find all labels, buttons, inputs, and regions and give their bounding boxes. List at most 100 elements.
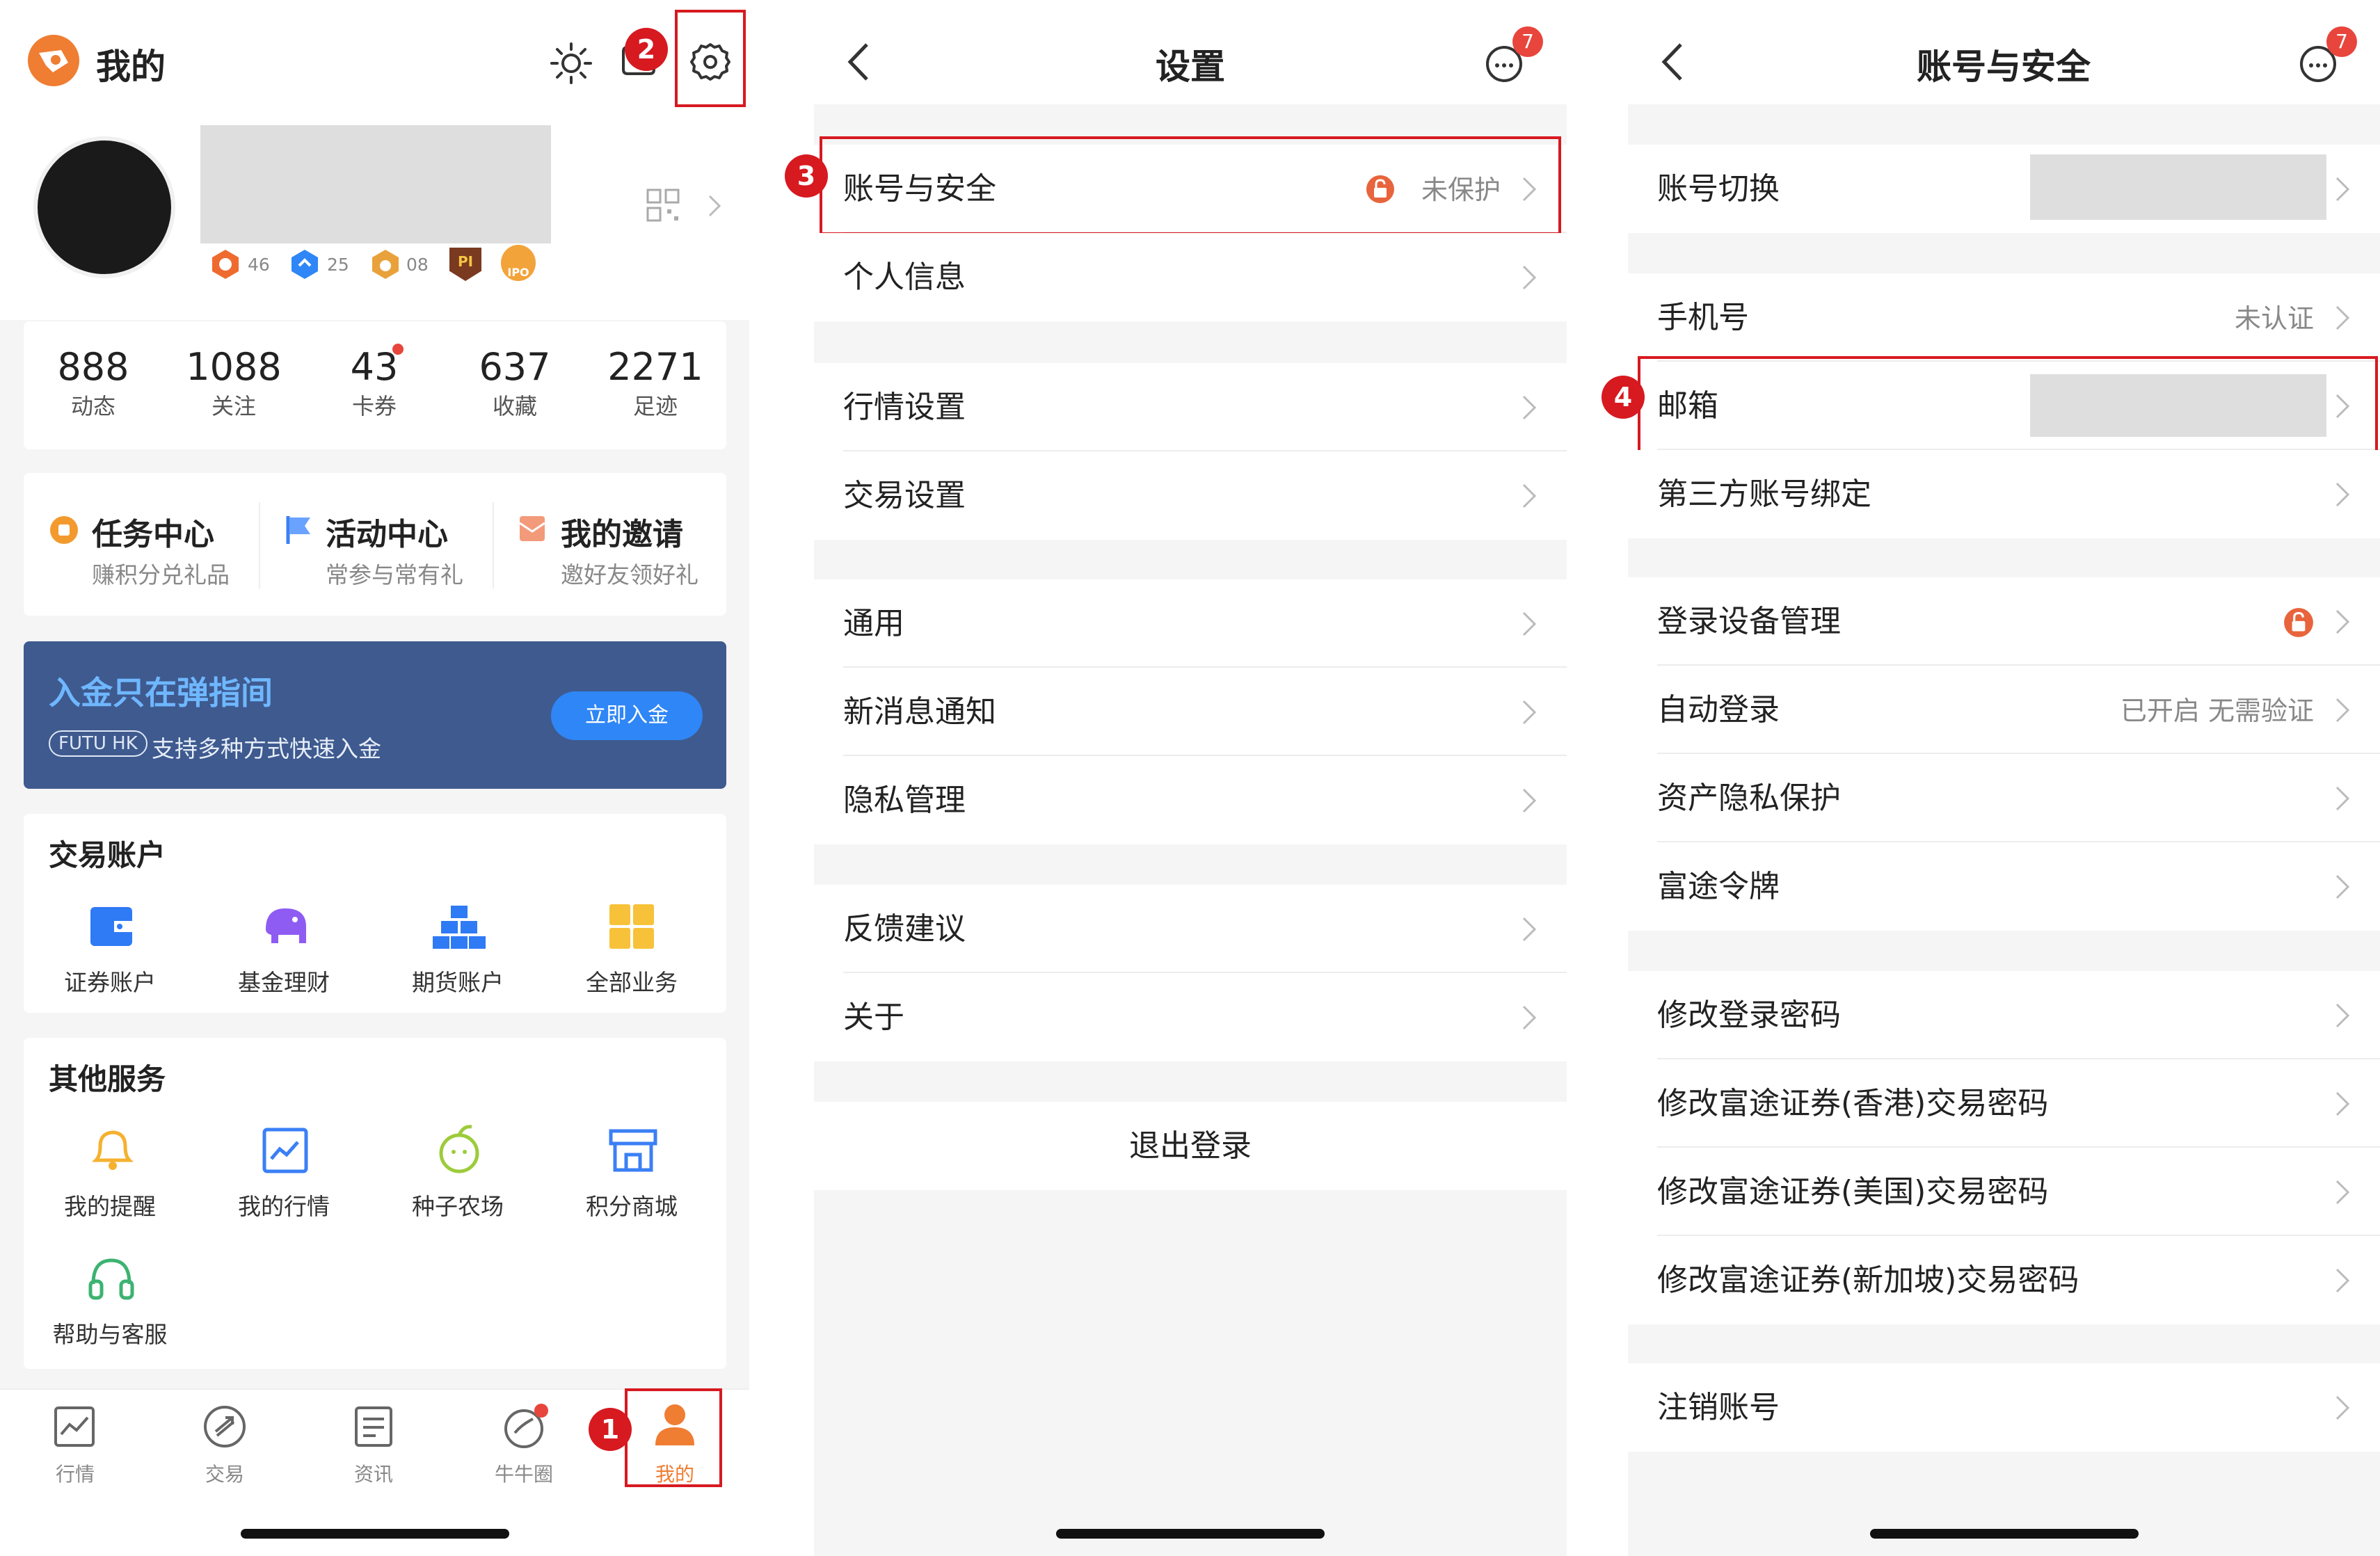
quotes-tab-icon[interactable] [53,1405,96,1448]
deposit-button[interactable]: 立即入金 [551,691,703,740]
shield-badge-icon [291,250,318,279]
qr-code-icon[interactable] [646,188,680,223]
headset-icon[interactable] [86,1253,136,1304]
page-title: 设置 [1156,47,1225,87]
trade-tab-icon[interactable] [202,1404,248,1450]
tab-community[interactable]: 牛牛圈 [475,1459,573,1487]
email-highlight-box [1638,356,2378,454]
logout-button[interactable]: 退出登录 [814,1102,1567,1190]
chevron-right-icon [2335,1091,2350,1116]
bell-icon[interactable] [86,1125,136,1176]
account-row-switch-account[interactable]: 账号切换 [1628,145,2380,233]
notification-dot [392,344,404,355]
account-security-highlight-box [820,136,1561,235]
tab-my[interactable]: 我的 [626,1459,724,1487]
stat-coupons[interactable]: 43 卡券 [305,344,444,422]
level-badge-icon [212,250,239,279]
chevron-right-icon [2335,1268,2350,1293]
envelope-icon [519,516,545,541]
stat-favorites[interactable]: 637 收藏 [445,344,584,422]
my-quotes-label[interactable]: 我的行情 [214,1188,353,1221]
points-mall-label[interactable]: 积分商城 [562,1188,701,1221]
back-icon[interactable] [846,40,871,83]
gold-bars-icon[interactable] [431,901,487,952]
task-icon [50,516,78,544]
my-alerts-label[interactable]: 我的提醒 [40,1188,179,1221]
chevron-right-icon [1522,700,1537,725]
community-notification-dot [534,1404,548,1418]
tab-trade[interactable]: 交易 [176,1459,273,1487]
person-tab-icon[interactable] [653,1401,697,1448]
futures-account-label[interactable]: 期货账户 [388,964,527,997]
account-row-change-us-trade-password[interactable]: 修改富途证券(美国)交易密码 [1628,1148,2380,1236]
settings-row-notifications[interactable]: 新消息通知 [814,668,1567,756]
account-row-phone[interactable]: 手机号 未认证 [1628,273,2380,362]
elephant-icon[interactable] [257,901,313,952]
chevron-right-icon [1522,1005,1537,1030]
sun-icon[interactable] [548,40,594,86]
ipo-badge-icon: IPO [501,245,536,281]
back-icon[interactable] [1660,40,1685,83]
settings-row-about[interactable]: 关于 [814,973,1567,1061]
store-icon[interactable] [607,1123,660,1176]
step-marker-4: 4 [1602,376,1645,419]
seed-farm-label[interactable]: 种子农场 [388,1188,527,1221]
chevron-right-icon [2335,874,2350,899]
tab-news[interactable]: 资讯 [325,1459,422,1487]
trade-section-title: 交易账户 [49,838,166,872]
account-row-change-login-password[interactable]: 修改登录密码 [1628,971,2380,1059]
home-indicator [1870,1529,2139,1539]
chart-line-icon[interactable] [260,1125,310,1176]
account-row-device-management[interactable]: 登录设备管理 [1628,577,2380,666]
settings-row-trade-settings[interactable]: 交易设置 [814,451,1567,540]
account-row-cancel-account[interactable]: 注销账号 [1628,1363,2380,1452]
settings-row-privacy[interactable]: 隐私管理 [814,756,1567,844]
securities-account-label[interactable]: 证券账户 [40,964,179,997]
account-row-futu-token[interactable]: 富途令牌 [1628,842,2380,931]
account-row-auto-login[interactable]: 自动登录 已开启 无需验证 [1628,666,2380,754]
chevron-right-icon [1522,788,1537,813]
gear-icon[interactable] [687,39,733,85]
stat-following[interactable]: 1088 关注 [164,344,303,422]
divider [259,502,260,588]
avatar[interactable] [33,136,175,278]
grid-icon[interactable] [607,901,657,952]
wallet-icon[interactable] [86,901,136,952]
settings-row-general[interactable]: 通用 [814,579,1567,668]
home-indicator [1056,1529,1325,1539]
tab-quotes[interactable]: 行情 [26,1459,124,1487]
activity-center-title[interactable]: 活动中心 [326,509,448,554]
other-section-title: 其他服务 [49,1062,166,1096]
account-row-change-sg-trade-password[interactable]: 修改富途证券(新加坡)交易密码 [1628,1236,2380,1324]
account-row-third-party[interactable]: 第三方账号绑定 [1628,450,2380,538]
task-center-title[interactable]: 任务中心 [92,509,214,554]
banner-subtitle: 支持多种方式快速入金 [152,735,381,762]
account-row-change-hk-trade-password[interactable]: 修改富途证券(香港)交易密码 [1628,1059,2380,1148]
coin-badge-icon [372,250,399,279]
my-invite-title[interactable]: 我的邀请 [561,509,683,554]
chevron-right-icon [1522,917,1537,942]
activity-center-sub: 常参与常有礼 [326,561,463,588]
chevron-right-icon [2335,786,2350,811]
chevron-right-icon [2335,1180,2350,1205]
flag-icon [286,516,310,544]
seed-icon[interactable] [434,1123,484,1176]
settings-row-feedback[interactable]: 反馈建议 [814,885,1567,973]
fund-label[interactable]: 基金理财 [214,964,353,997]
my-invite-sub: 邀好友领好礼 [561,561,698,588]
badge-count-1: 46 [248,255,270,275]
divider [493,502,494,588]
chevron-right-icon [2335,1003,2350,1028]
settings-row-personal-info[interactable]: 个人信息 [814,233,1567,321]
home-indicator [241,1529,509,1539]
chevron-right-icon[interactable] [704,192,725,220]
account-row-asset-privacy[interactable]: 资产隐私保护 [1628,754,2380,842]
settings-row-quote-settings[interactable]: 行情设置 [814,363,1567,451]
futu-logo-icon [28,35,79,86]
news-tab-icon[interactable] [352,1405,395,1448]
account-security-screen: 账号与安全 7 账号切换 手机号 未认证 邮箱 第三方账号绑定 登录设备管理 自… [1628,0,2380,1556]
stat-posts[interactable]: 888 动态 [24,344,163,422]
all-business-label[interactable]: 全部业务 [562,964,701,997]
stat-history[interactable]: 2271 足迹 [586,344,725,422]
help-service-label[interactable]: 帮助与客服 [40,1316,179,1349]
